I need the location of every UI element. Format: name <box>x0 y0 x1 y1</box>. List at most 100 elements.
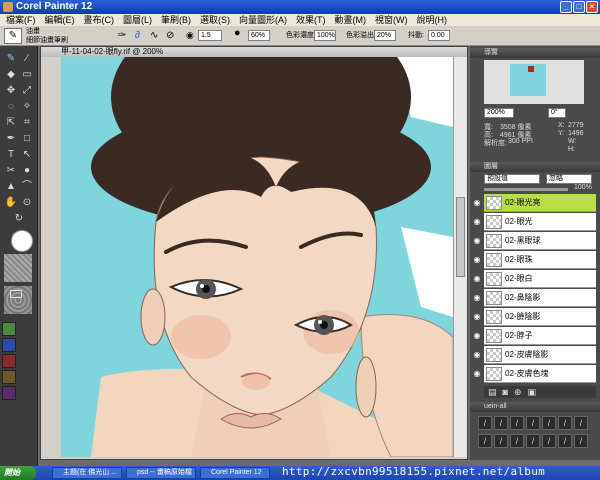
eraser-icon[interactable]: ▭ <box>20 68 34 82</box>
maximize-button[interactable]: □ <box>573 1 585 13</box>
text-icon[interactable]: T <box>4 148 18 162</box>
paper-swatch[interactable] <box>4 254 32 282</box>
selection-adjuster-icon[interactable]: ⇱ <box>4 116 18 130</box>
magic-wand-icon[interactable]: ✧ <box>20 100 34 114</box>
navigator-preview[interactable] <box>484 60 584 104</box>
layer-adjuster-icon[interactable]: ✥ <box>4 84 18 98</box>
menu-file[interactable]: 檔案(F) <box>6 14 36 26</box>
mask-icon[interactable]: ◙ <box>503 387 514 397</box>
layer-item[interactable]: 02-臉陰影 <box>484 308 596 326</box>
brush-preset-icon[interactable]: / <box>494 416 508 430</box>
grabber-icon[interactable]: ✋ <box>4 196 18 210</box>
gradient-swatch[interactable] <box>2 322 16 336</box>
brush-preset-icon[interactable]: / <box>478 434 492 448</box>
visibility-eye-icon[interactable]: ◉ <box>472 289 482 307</box>
menu-help[interactable]: 說明(H) <box>417 14 448 26</box>
weaving-swatch[interactable] <box>2 338 16 352</box>
zoom-field[interactable]: 200% <box>484 108 514 118</box>
dynamic-plugin-icon[interactable]: ⊕ <box>514 387 528 397</box>
scroll-thumb[interactable] <box>456 197 465 277</box>
layers-header[interactable]: 圖層 <box>470 162 600 172</box>
menu-window[interactable]: 視窗(W) <box>375 14 408 26</box>
layer-item[interactable]: 02-皮膚陰影 <box>484 346 596 364</box>
brush-preset-icon[interactable]: / <box>558 434 572 448</box>
visibility-eye-icon[interactable]: ◉ <box>472 251 482 269</box>
layer-item[interactable]: 02-黑眼球 <box>484 232 596 250</box>
brush-tool-icon[interactable]: ✎ <box>4 52 18 66</box>
painting-canvas[interactable] <box>61 57 453 457</box>
delete-layer-icon[interactable]: ▣ <box>528 387 543 397</box>
scissors-icon[interactable]: ✂ <box>4 164 18 178</box>
straight-line-icon[interactable]: ⊘ <box>166 30 174 41</box>
main-color-swatch[interactable] <box>11 230 33 252</box>
rectangle-icon[interactable]: □ <box>20 132 34 146</box>
layer-item[interactable]: 02-眼光 <box>484 213 596 231</box>
opacity-slider[interactable] <box>484 188 568 191</box>
nozzle-swatch[interactable] <box>2 354 16 368</box>
visibility-eye-icon[interactable]: ◉ <box>472 232 482 250</box>
menu-edit[interactable]: 編輯(E) <box>45 14 75 26</box>
dropper-icon[interactable]: ⁄ <box>20 52 34 66</box>
start-button[interactable]: 開始 <box>0 466 36 480</box>
rotation-field[interactable]: 0° <box>548 108 566 118</box>
bleed-field[interactable]: 20% <box>374 30 396 41</box>
brush-preset-icon[interactable]: / <box>510 434 524 448</box>
layer-item[interactable]: 02-鼻陰影 <box>484 289 596 307</box>
stroke-type-icon[interactable]: ∂ <box>135 30 140 41</box>
composite-method-select[interactable]: 預設值 <box>484 174 540 184</box>
crop-icon[interactable]: ⌗ <box>20 116 34 130</box>
menu-layers[interactable]: 圖層(L) <box>123 14 152 26</box>
brush-preset-icon[interactable]: / <box>494 434 508 448</box>
layer-item[interactable]: 02-眼光亮 <box>484 194 596 212</box>
brush-tool-icon[interactable]: ✑ <box>118 30 126 41</box>
new-layer-icon[interactable]: ▤ <box>488 387 503 397</box>
brush-variant[interactable]: 細節油畫筆刷 <box>26 35 68 46</box>
menu-brushes[interactable]: 筆刷(B) <box>161 14 191 26</box>
minimize-button[interactable]: _ <box>560 1 572 13</box>
visibility-eye-icon[interactable]: ◉ <box>472 270 482 288</box>
brush-preset-icon[interactable]: / <box>526 416 540 430</box>
shape-selection-icon[interactable]: ↖ <box>20 148 34 162</box>
layer-method-select[interactable]: 忽略 <box>546 174 592 184</box>
layer-item[interactable]: 02-眼珠 <box>484 251 596 269</box>
visibility-eye-icon[interactable]: ◉ <box>472 346 482 364</box>
vertical-scrollbar[interactable] <box>453 57 467 457</box>
brush-panel-header[interactable]: uein-all <box>470 402 600 412</box>
layer-item[interactable]: 02-脖子 <box>484 327 596 345</box>
rotate-page-icon[interactable]: ↻ <box>12 212 26 226</box>
brush-preset-icon[interactable]: / <box>558 416 572 430</box>
pattern-library-swatch[interactable] <box>2 386 16 400</box>
layer-item[interactable]: 02-眼白 <box>484 270 596 288</box>
mirror-icon[interactable]: ⌒ <box>20 180 34 194</box>
look-swatch[interactable] <box>2 370 16 384</box>
size-field[interactable]: 1.5 <box>198 30 222 41</box>
visibility-eye-icon[interactable]: ◉ <box>472 194 482 212</box>
visibility-eye-icon[interactable]: ◉ <box>472 308 482 326</box>
navigator-header[interactable]: 導覽 <box>470 48 600 58</box>
freehand-icon[interactable]: ∿ <box>150 30 158 41</box>
close-button[interactable]: × <box>586 1 598 13</box>
brush-preset-icon[interactable]: / <box>526 434 540 448</box>
media-icon[interactable] <box>10 290 22 298</box>
brush-preset-icon[interactable]: / <box>574 416 588 430</box>
menu-select[interactable]: 選取(S) <box>200 14 230 26</box>
menu-movie[interactable]: 動畫(M) <box>335 14 367 26</box>
visibility-eye-icon[interactable]: ◉ <box>472 327 482 345</box>
menu-effects[interactable]: 效果(T) <box>296 14 326 26</box>
resat-field[interactable]: 100% <box>314 30 336 41</box>
transform-icon[interactable]: ⤢ <box>20 84 34 98</box>
visibility-eye-icon[interactable]: ◉ <box>472 213 482 231</box>
brush-preset-icon[interactable]: / <box>542 434 556 448</box>
taskbar-item[interactable]: 主題(在 佛光山 ... <box>52 467 122 479</box>
brush-preset-icon[interactable]: / <box>478 416 492 430</box>
lasso-icon[interactable]: ◌ <box>4 100 18 114</box>
taskbar-item[interactable]: Corel Painter 12 <box>200 467 270 479</box>
brush-preset-icon[interactable]: / <box>574 434 588 448</box>
menu-shapes[interactable]: 向量圖形(A) <box>239 14 287 26</box>
menu-canvas[interactable]: 畫布(C) <box>84 14 115 26</box>
jitter-field[interactable]: 0.00 <box>428 30 450 41</box>
visibility-eye-icon[interactable]: ◉ <box>472 365 482 383</box>
taskbar-item[interactable]: psd -- 畫稿原始檔 <box>126 467 196 479</box>
pen-icon[interactable]: ✒ <box>4 132 18 146</box>
opacity-field[interactable]: 60% <box>248 30 270 41</box>
